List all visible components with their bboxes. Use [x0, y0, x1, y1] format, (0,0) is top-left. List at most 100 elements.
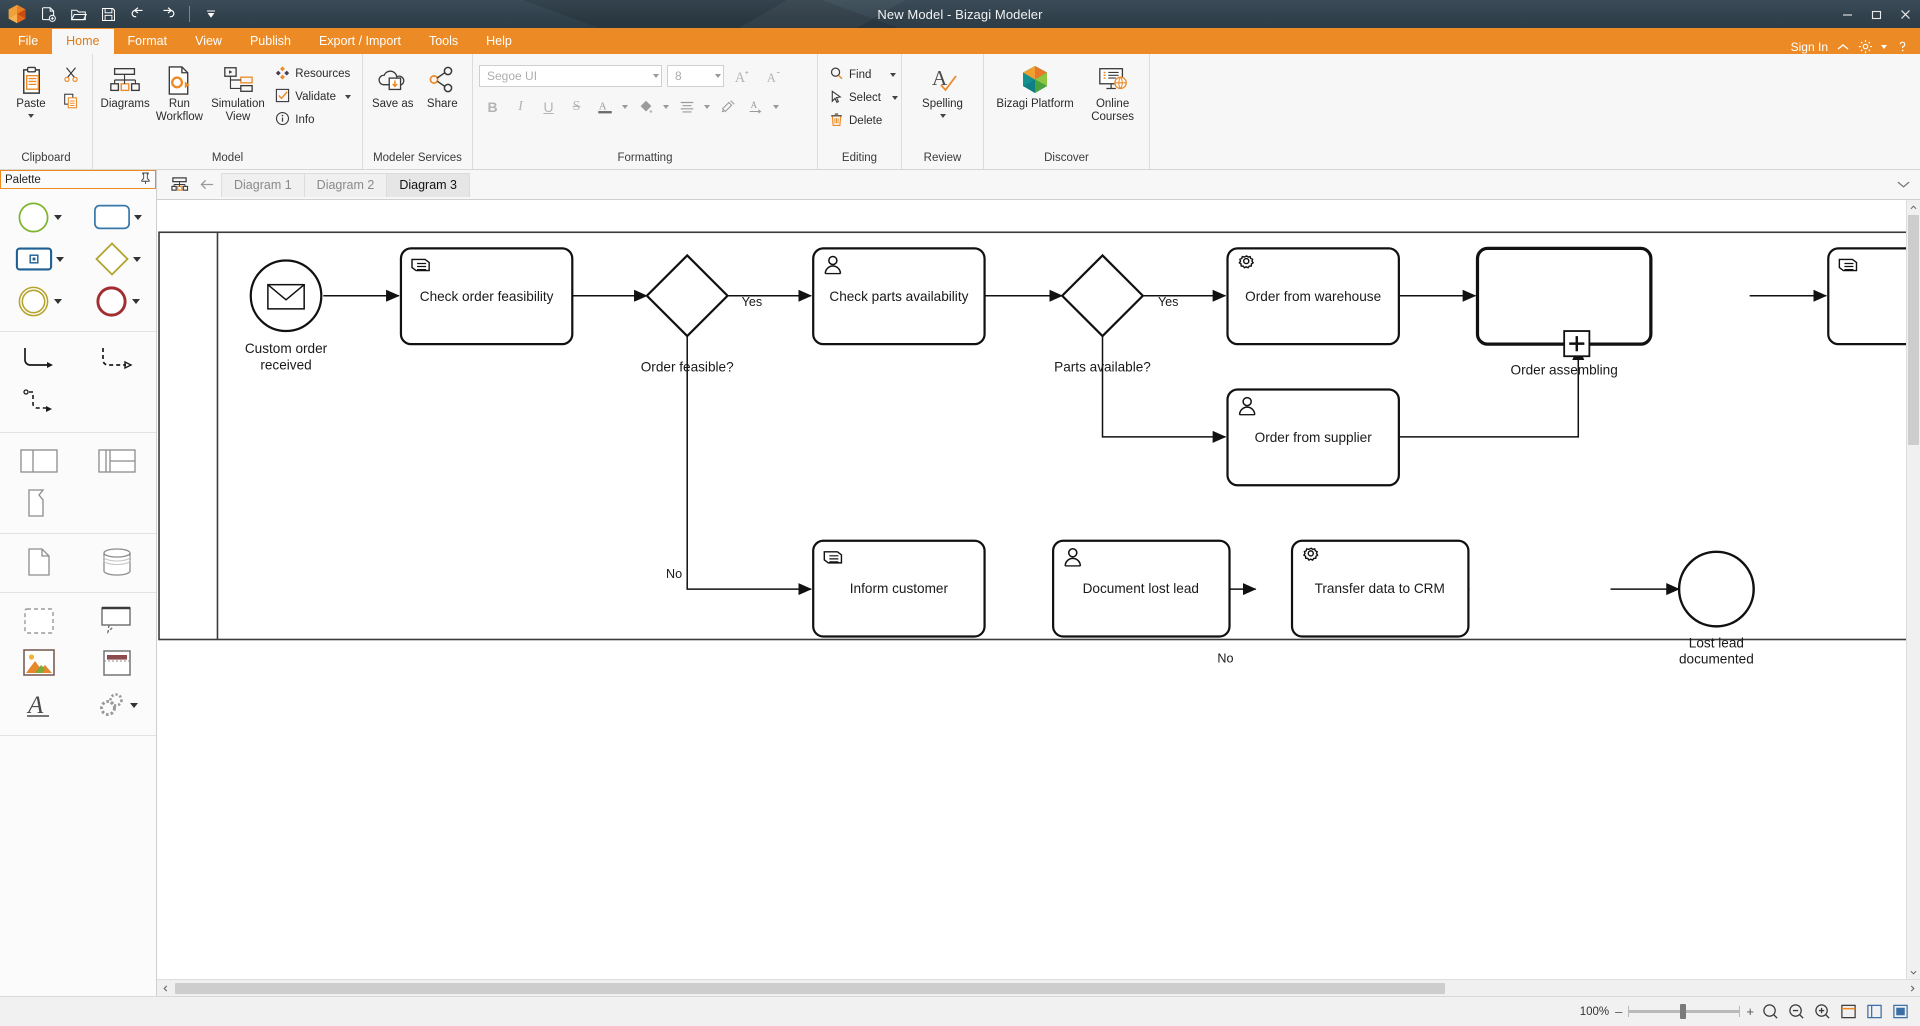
bizagi-platform-button[interactable]: Bizagi Platform — [990, 58, 1080, 111]
palette-custom-artifacts-dropdown-icon[interactable] — [130, 703, 138, 708]
diagrams-button[interactable]: Diagrams — [99, 58, 151, 111]
font-family-combo[interactable]: Segoe UI — [479, 65, 662, 87]
palette-association[interactable] — [19, 386, 59, 418]
palette-intermediate-event-dropdown-icon[interactable] — [54, 299, 62, 304]
simulation-view-button[interactable]: Simulation View — [208, 58, 269, 124]
fit-page-icon[interactable] — [1838, 1002, 1858, 1022]
save-icon[interactable] — [94, 2, 122, 26]
node-task-order-from-supplier[interactable]: Order from supplier — [1228, 390, 1399, 486]
node-end-event[interactable]: Lost lead documented — [1679, 552, 1754, 667]
new-file-icon[interactable] — [34, 2, 62, 26]
strikethrough-button[interactable]: S — [563, 95, 590, 119]
palette-pool[interactable] — [19, 448, 59, 474]
palette-sub-process[interactable] — [15, 245, 53, 273]
fill-color-button[interactable] — [632, 95, 659, 119]
ribbon-tab-help[interactable]: Help — [472, 29, 526, 54]
undo-icon[interactable] — [124, 2, 152, 26]
settings-dropdown-icon[interactable] — [1881, 45, 1887, 49]
node-task-document-lost-lead[interactable]: Document lost lead — [1053, 541, 1229, 637]
close-button[interactable] — [1891, 0, 1920, 28]
node-task-inform-customer[interactable]: Inform customer — [813, 541, 984, 637]
zoom-slider-thumb[interactable] — [1680, 1004, 1686, 1019]
node-task-order-from-warehouse[interactable]: Order from warehouse — [1228, 248, 1399, 344]
palette-intermediate-event[interactable] — [16, 284, 51, 319]
save-as-button[interactable]: Save as — [369, 58, 417, 111]
diagram-canvas[interactable]: Custom drone order handling (object type… — [157, 200, 1920, 979]
ribbon-tab-publish[interactable]: Publish — [236, 29, 305, 54]
help-question-icon[interactable] — [1895, 39, 1910, 54]
font-family-dropdown-icon[interactable] — [653, 74, 659, 78]
find-dropdown-icon[interactable] — [890, 73, 896, 77]
palette-start-event-dropdown-icon[interactable] — [54, 215, 62, 220]
palette-header[interactable] — [100, 648, 134, 678]
cut-button[interactable] — [58, 61, 84, 87]
zoom-in-label[interactable]: + — [1746, 1004, 1754, 1019]
share-button[interactable]: Share — [419, 58, 467, 111]
info-button[interactable]: Info — [270, 109, 356, 131]
palette-sub-process-dropdown-icon[interactable] — [56, 257, 64, 262]
node-task-check-order-feasibility[interactable]: Check order feasibility — [401, 248, 572, 344]
ribbon-tab-tools[interactable]: Tools — [415, 29, 472, 54]
validate-button[interactable]: Validate — [270, 86, 356, 108]
validate-dropdown-icon[interactable] — [345, 95, 351, 99]
horizontal-scroll-thumb[interactable] — [175, 983, 1445, 994]
palette-data-object[interactable] — [25, 546, 53, 578]
palette-custom-artifacts[interactable] — [97, 691, 127, 719]
palette-end-event-dropdown-icon[interactable] — [132, 299, 140, 304]
paste-dropdown-icon[interactable] — [28, 114, 34, 118]
text-direction-dropdown-icon[interactable] — [770, 95, 782, 119]
bold-button[interactable]: B — [479, 95, 506, 119]
minimize-button[interactable] — [1833, 0, 1862, 28]
zoom-slider[interactable]: – + — [1615, 1004, 1754, 1019]
font-color-dropdown-icon[interactable] — [619, 95, 631, 119]
ribbon-tab-format[interactable]: Format — [114, 29, 182, 54]
format-painter-button[interactable] — [714, 95, 741, 119]
zoom-in-icon[interactable] — [1812, 1002, 1832, 1022]
spelling-button[interactable]: A Spelling — [912, 58, 974, 118]
zoom-slider-track[interactable] — [1628, 1010, 1740, 1013]
scroll-right-arrow-icon[interactable] — [1904, 980, 1920, 996]
ribbon-tab-export-import[interactable]: Export / Import — [305, 29, 415, 54]
node-task-transfer-data-to-crm[interactable]: Transfer data to CRM — [1292, 541, 1468, 637]
scroll-up-arrow-icon[interactable] — [1907, 200, 1920, 214]
palette-start-event[interactable] — [16, 200, 51, 235]
font-size-combo[interactable]: 8 — [667, 65, 724, 87]
underline-button[interactable]: U — [535, 95, 562, 119]
run-workflow-button[interactable]: Run Workflow — [153, 58, 205, 124]
find-button[interactable]: Find — [824, 64, 903, 86]
italic-button[interactable]: I — [507, 95, 534, 119]
online-courses-button[interactable]: Online Courses — [1082, 58, 1143, 124]
select-button[interactable]: Select — [824, 87, 903, 109]
palette-milestone[interactable] — [24, 487, 54, 519]
canvas-vertical-scrollbar[interactable] — [1906, 200, 1920, 979]
node-start-event[interactable]: Custom order received — [245, 260, 328, 372]
palette-message-flow[interactable] — [97, 344, 137, 376]
maximize-button[interactable] — [1862, 0, 1891, 28]
bpmn-diagram[interactable]: Custom drone order handling (object type… — [157, 200, 1920, 979]
fill-color-dropdown-icon[interactable] — [660, 95, 672, 119]
scroll-down-arrow-icon[interactable] — [1907, 965, 1920, 979]
text-direction-button[interactable]: A — [742, 95, 769, 119]
diagram-tab-1[interactable]: Diagram 1 — [221, 173, 305, 197]
vertical-scroll-thumb[interactable] — [1908, 215, 1919, 445]
palette-end-event[interactable] — [94, 284, 129, 319]
zoom-reset-icon[interactable] — [1760, 1002, 1780, 1022]
palette-annotation[interactable] — [99, 606, 135, 636]
redo-icon[interactable] — [154, 2, 182, 26]
palette-data-store[interactable] — [100, 546, 134, 578]
palette-group[interactable] — [22, 607, 56, 635]
shrink-font-button[interactable]: A — [761, 64, 788, 88]
chevron-down-icon[interactable] — [1897, 176, 1920, 194]
node-task-check-parts-availability[interactable]: Check parts availability — [813, 248, 984, 344]
delete-button[interactable]: Delete — [824, 110, 903, 132]
font-size-dropdown-icon[interactable] — [715, 74, 721, 78]
chevron-up-icon[interactable] — [1836, 42, 1850, 52]
select-dropdown-icon[interactable] — [892, 96, 898, 100]
resources-button[interactable]: Resources — [270, 63, 356, 85]
full-screen-icon[interactable] — [1890, 1002, 1910, 1022]
palette-sequence-flow[interactable] — [19, 344, 59, 376]
font-color-button[interactable]: A — [591, 95, 618, 119]
diagram-overview-icon[interactable] — [165, 173, 193, 197]
sign-in-link[interactable]: Sign In — [1791, 40, 1828, 54]
palette-task[interactable] — [93, 203, 131, 231]
